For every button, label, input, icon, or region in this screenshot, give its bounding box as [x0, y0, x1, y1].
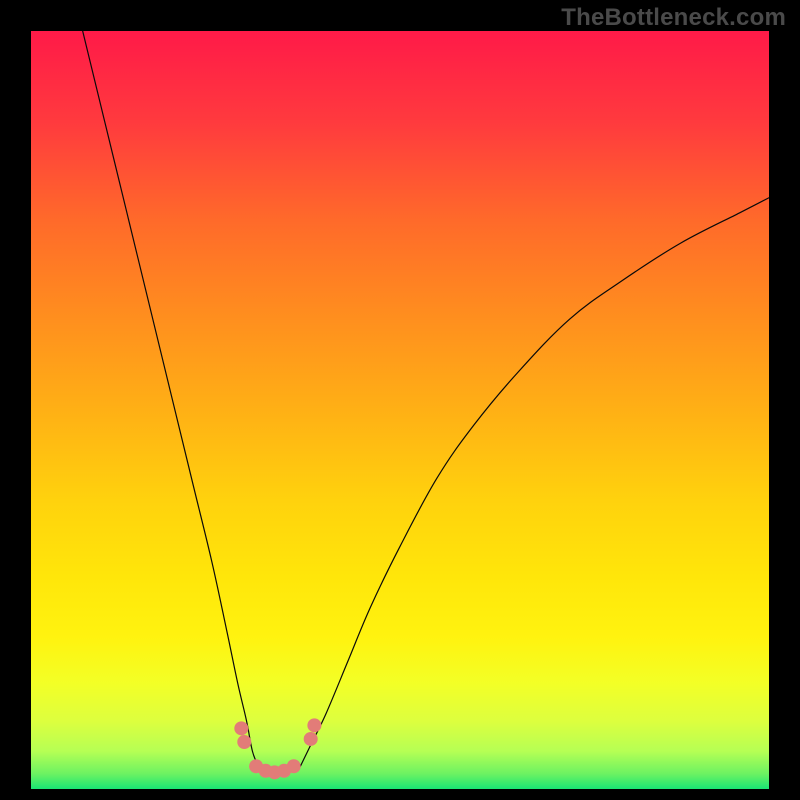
marker-point — [234, 721, 248, 735]
gradient-background — [31, 31, 769, 789]
marker-point — [237, 735, 251, 749]
watermark-text: TheBottleneck.com — [561, 4, 786, 32]
chart-outer-frame: TheBottleneck.com — [0, 0, 800, 800]
plot-area — [31, 31, 769, 789]
marker-point — [307, 718, 321, 732]
marker-point — [304, 732, 318, 746]
chart-svg — [31, 31, 769, 789]
marker-point — [287, 759, 301, 773]
